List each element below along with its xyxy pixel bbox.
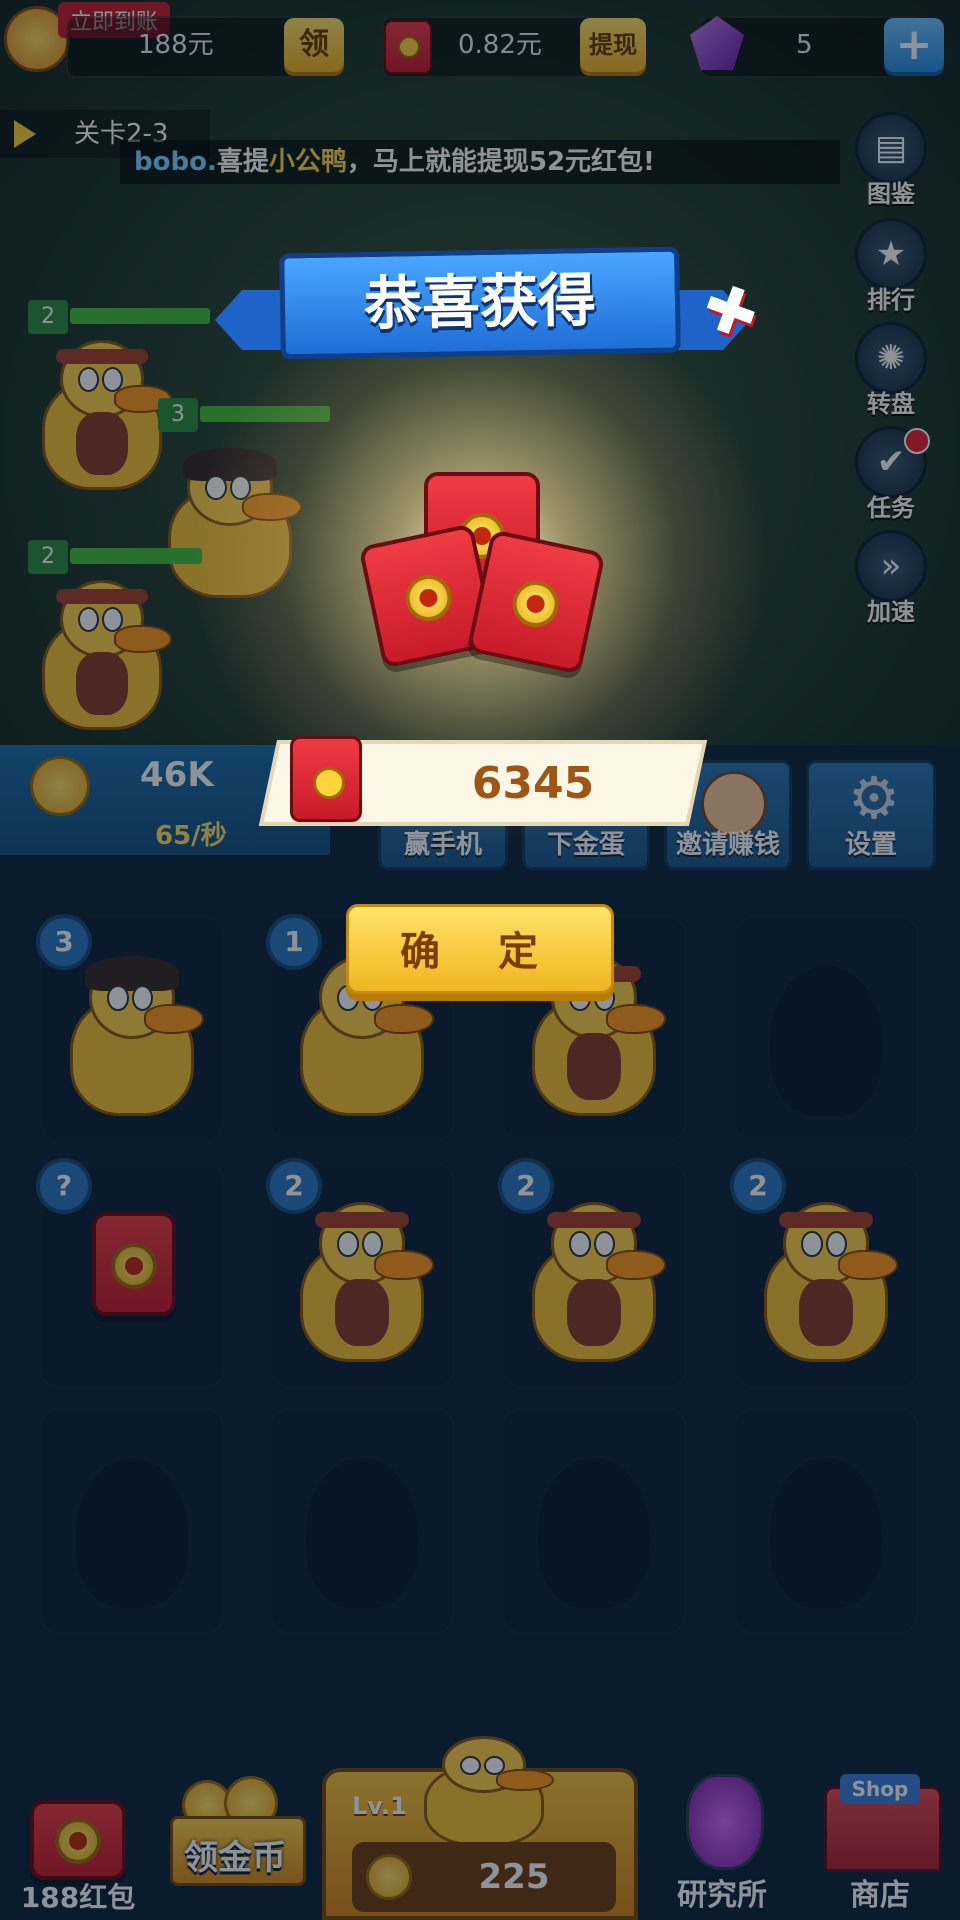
dock-label: 研究所 [677,1878,767,1913]
play-icon [14,120,36,148]
potion-icon [686,1774,764,1870]
ticker-user: bobo. [134,147,217,177]
side-label-wheel: 转盘 [867,390,915,418]
withdraw-button[interactable]: 提现 [580,18,646,72]
empty-slot-silhouette [538,1458,650,1608]
buy-price-box: 225 [352,1842,616,1912]
add-gems-button[interactable]: + [884,18,944,72]
field-duck[interactable] [42,340,172,490]
slot-level-badge: ? [36,1158,92,1214]
empty-slot-silhouette [306,1458,418,1608]
menu-settings[interactable]: ⚙ 设置 [806,760,936,870]
mystery-redpacket-icon [92,1212,176,1316]
slot-level-badge: 2 [266,1158,322,1214]
popup-title: 恭喜获得 [279,246,681,360]
side-item-collection[interactable]: ▤ 图鉴 [846,112,936,208]
ticker-item: 小公鸭 [268,147,347,177]
claim-button[interactable]: 领 [284,18,344,72]
dock-redpacket[interactable]: 188红包 [8,1796,148,1916]
slot-level-badge: 1 [266,914,322,970]
field-duck-level: 3 [158,398,198,432]
redpacket-balance-value: 0.82元 [458,30,542,60]
ticker-prefix: 喜提 [216,147,269,177]
hp-bar [70,548,202,564]
side-label-tasks: 任务 [867,494,915,522]
redpacket-icon [290,736,362,822]
side-label-speedup: 加速 [867,598,915,626]
gem-count: 5 [796,30,813,60]
buy-duck-preview [424,1736,554,1846]
coin-rate: 65/秒 [155,821,227,851]
dock-label: 商店 [850,1878,910,1913]
grid-slot[interactable] [734,916,918,1142]
grid-slot[interactable] [734,1408,918,1634]
slot-level-badge: 3 [36,914,92,970]
dock-label: 领金币 [184,1838,286,1878]
side-item-speedup[interactable]: » 加速 [846,530,936,626]
side-item-wheel[interactable]: ✺ 转盘 [846,322,936,418]
coin-total: 46K [140,755,214,795]
broadcast-ticker: bobo.喜提小公鸭，马上就能提现52元红包! [120,140,840,184]
redpacket-icon [384,20,432,74]
dock-collect-coins[interactable]: 领金币 [160,1776,310,1916]
grid-duck [532,1202,667,1362]
redpacket-icon [30,1800,126,1880]
buy-level: Lv.1 [352,1792,407,1820]
coin-icon [313,767,345,799]
buy-price: 225 [478,1857,550,1897]
reward-amount: 6345 [471,758,595,809]
menu-label: 邀请赚钱 [675,830,780,860]
dock-research[interactable]: 研究所 [652,1770,792,1916]
empty-slot-silhouette [76,1458,188,1608]
empty-slot-silhouette [770,966,882,1116]
gear-icon: ⚙ [848,764,900,832]
shop-sign: Shop [840,1774,920,1804]
side-item-tasks[interactable]: ✔ 任务 [846,426,936,522]
notification-dot [904,428,930,454]
field-duck-level: 2 [28,300,68,334]
dock-label: 188红包 [20,1881,136,1914]
coin-icon [398,36,420,58]
grid-duck [764,1202,899,1362]
empty-slot-silhouette [770,1458,882,1608]
ticker-suffix: ，马上就能提现52元红包! [346,147,655,177]
confirm-button[interactable]: 确 定 [346,904,614,994]
grid-duck [70,956,205,1116]
side-label-collection: 图鉴 [867,180,915,208]
slot-level-badge: 2 [498,1158,554,1214]
side-label-ranking: 排行 [867,286,915,314]
field-duck[interactable] [42,580,172,730]
cash-value: 188元 [138,30,214,60]
coin-icon [366,1854,412,1900]
hp-bar [70,308,210,324]
dock-shop[interactable]: Shop 商店 [808,1770,952,1916]
grid-duck [300,1202,435,1362]
field-duck-level: 2 [28,540,68,574]
grid-slot[interactable] [270,1408,454,1634]
grid-slot[interactable] [502,1408,686,1634]
side-item-ranking[interactable]: ★ 排行 [846,218,936,314]
slot-level-badge: 2 [730,1158,786,1214]
coin-icon [30,756,90,816]
grid-slot[interactable] [40,1408,224,1634]
buy-duck-panel[interactable]: Lv.1 225 [322,1736,638,1920]
menu-label: 设置 [844,830,897,860]
